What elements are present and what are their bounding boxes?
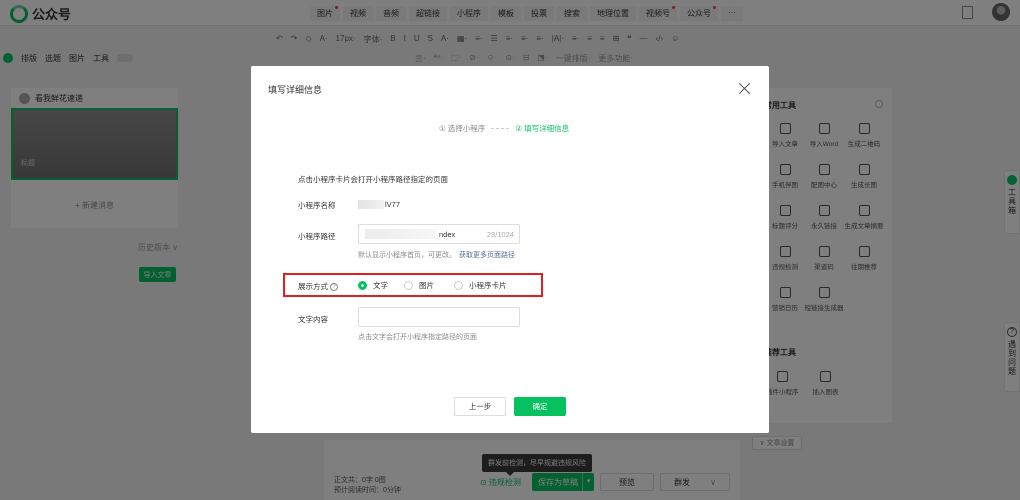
- miniprogram-detail-dialog: 填写详细信息 ① 选择小程序 ② 填写详细信息 点击小程序卡片会打开小程序路径指…: [251, 66, 769, 433]
- path-value: ndex: [439, 229, 456, 239]
- dialog-title: 填写详细信息: [268, 85, 323, 95]
- step-divider: [491, 128, 510, 129]
- dialog-description: 点击小程序卡片会打开小程序路径指定的页面: [298, 175, 448, 184]
- close-icon[interactable]: [739, 82, 751, 94]
- step-fill-details: ② 填写详细信息: [515, 124, 570, 133]
- path-hint-text: 默认显示小程序首页，可更改。: [358, 252, 456, 259]
- display-mode-label: 展示方式 ?: [298, 281, 338, 292]
- radio-circle: [404, 281, 413, 290]
- path-char-count: 23/1024: [486, 229, 514, 239]
- text-content-label: 文字内容: [298, 315, 328, 324]
- radio-circle: [454, 281, 463, 290]
- help-icon[interactable]: ?: [330, 282, 338, 291]
- path-hint: 默认显示小程序首页，可更改。 获取更多页面路径: [358, 250, 515, 260]
- step-select-miniprogram: ① 选择小程序: [439, 124, 486, 133]
- miniprogram-path-input[interactable]: ndex 23/1024: [358, 224, 520, 244]
- display-mode-radio-group: 文字 图片 小程序卡片: [358, 280, 507, 291]
- radio-label: 小程序卡片: [469, 281, 507, 290]
- confirm-button[interactable]: 确定: [514, 397, 566, 416]
- radio-text[interactable]: 文字: [358, 280, 404, 291]
- text-content-input[interactable]: [358, 307, 520, 327]
- redacted-text: [358, 200, 384, 209]
- miniprogram-name-text: lV77: [385, 200, 401, 209]
- redacted-text: [365, 229, 437, 239]
- previous-step-button[interactable]: 上一步: [454, 397, 506, 416]
- miniprogram-path-label: 小程序路径: [298, 232, 336, 241]
- radio-label: 文字: [373, 281, 388, 290]
- radio-image[interactable]: 图片: [404, 280, 454, 291]
- miniprogram-name-label: 小程序名称: [298, 201, 336, 210]
- radio-label: 图片: [419, 281, 434, 290]
- miniprogram-name-value: lV77: [358, 200, 400, 209]
- more-paths-link[interactable]: 获取更多页面路径: [459, 252, 515, 259]
- text-content-hint: 点击文字会打开小程序指定路径的页面: [358, 334, 477, 341]
- radio-miniprogram-card[interactable]: 小程序卡片: [454, 280, 507, 291]
- step-indicator: ① 选择小程序 ② 填写详细信息: [439, 123, 569, 134]
- display-mode-label-text: 展示方式: [298, 282, 328, 291]
- radio-circle: [358, 281, 367, 290]
